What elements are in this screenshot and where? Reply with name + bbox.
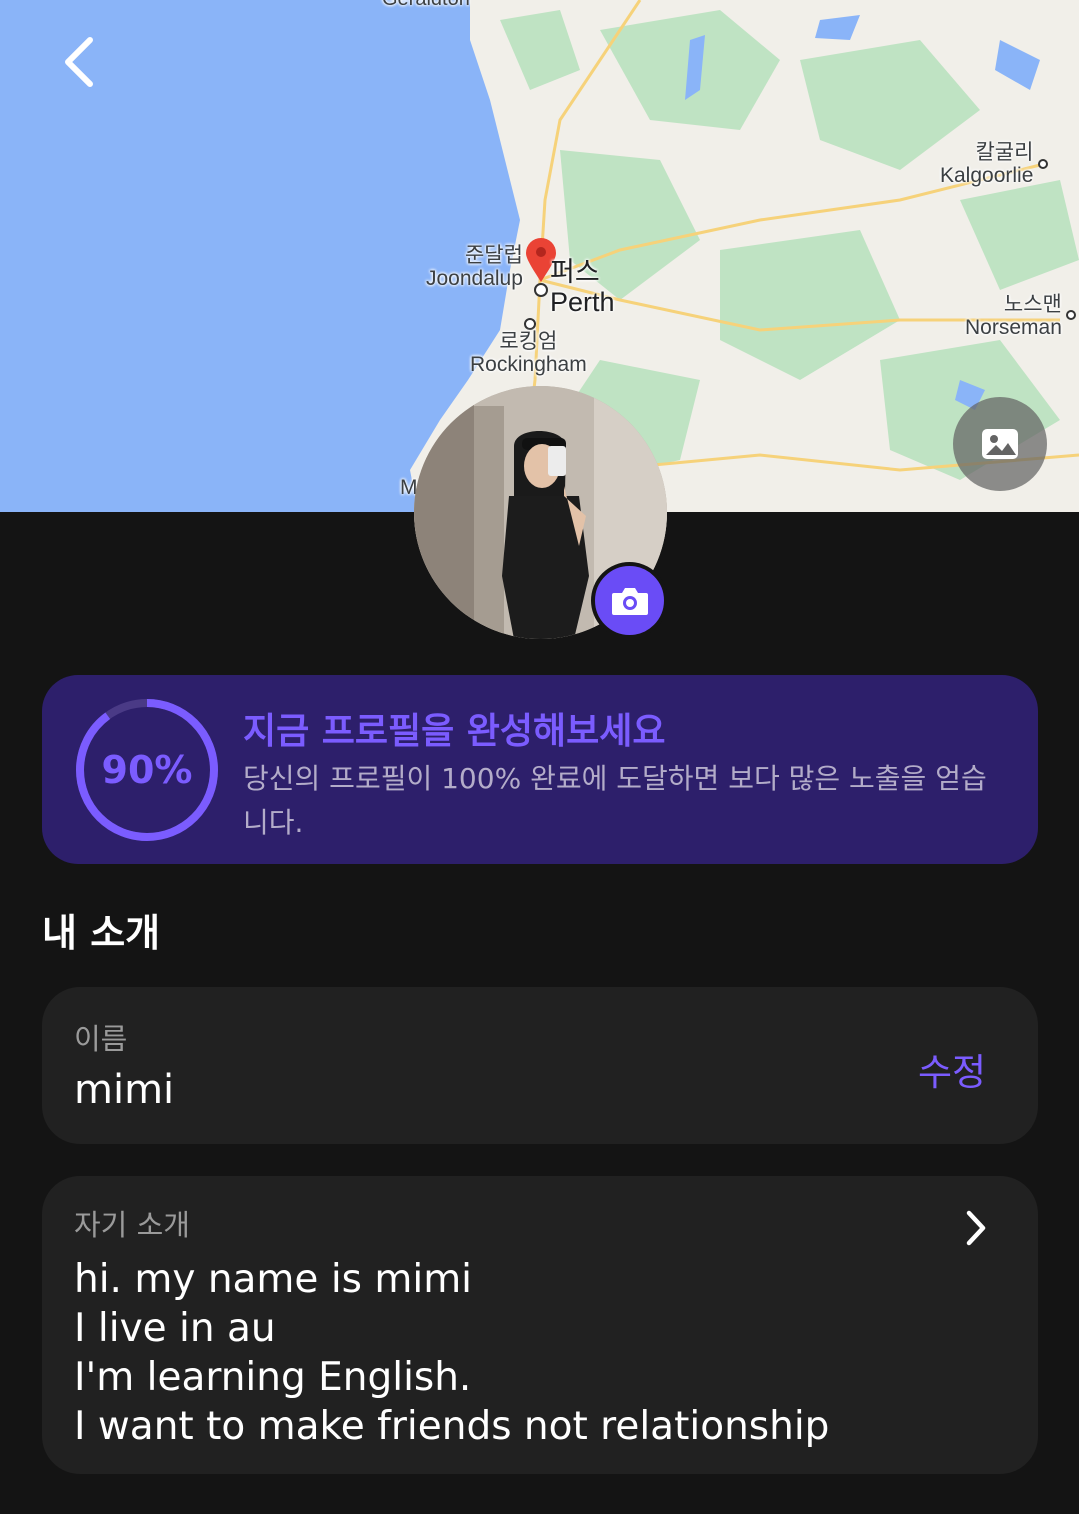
image-icon [982, 429, 1018, 459]
map-label-perth: 퍼스 Perth [550, 257, 615, 317]
name-value: mimi [74, 1067, 175, 1113]
bio-line: I live in au [74, 1306, 276, 1351]
bio-line: I'm learning English. [74, 1355, 472, 1400]
map-label-joondalup: 준달럽 Joondalup [426, 244, 523, 291]
chevron-right-icon [966, 1210, 986, 1246]
camera-icon [611, 587, 648, 615]
back-button[interactable] [50, 30, 106, 94]
profile-edit-screen: Geraldton 준달럽 Joondalup 퍼스 Perth 로킹엄 Roc… [0, 0, 1079, 1514]
bio-text: hi. my name is mimi I live in au I'm lea… [74, 1255, 954, 1451]
map-label-rockingham: 로킹엄 Rockingham [470, 330, 587, 377]
map-label-kalgoorlie: 칼굴리 Kalgoorlie [940, 141, 1034, 188]
chevron-left-icon [65, 37, 93, 87]
bio-line: hi. my name is mimi [74, 1257, 473, 1302]
open-bio-button[interactable] [958, 1206, 994, 1250]
edit-name-button[interactable]: 수정 [918, 1042, 986, 1096]
change-cover-button[interactable] [953, 397, 1047, 491]
bio-label: 자기 소개 [74, 1208, 190, 1242]
name-label: 이름 [74, 1022, 128, 1056]
map-label-geraldton: Geraldton [382, 0, 470, 10]
completion-description: 당신의 프로필이 100% 완료에 도달하면 보다 많은 노출을 얻습니다. [243, 762, 987, 839]
map-label-norseman: 노스맨 Norseman [965, 293, 1062, 340]
section-title-about: 내 소개 [42, 911, 161, 955]
bio-line: I want to make friends not relationship [74, 1404, 830, 1449]
completion-title: 지금 프로필을 완성해보세요 [243, 711, 666, 752]
completion-percent: 90% [101, 748, 193, 792]
change-photo-button[interactable] [591, 562, 668, 639]
name-field-card [42, 987, 1038, 1144]
